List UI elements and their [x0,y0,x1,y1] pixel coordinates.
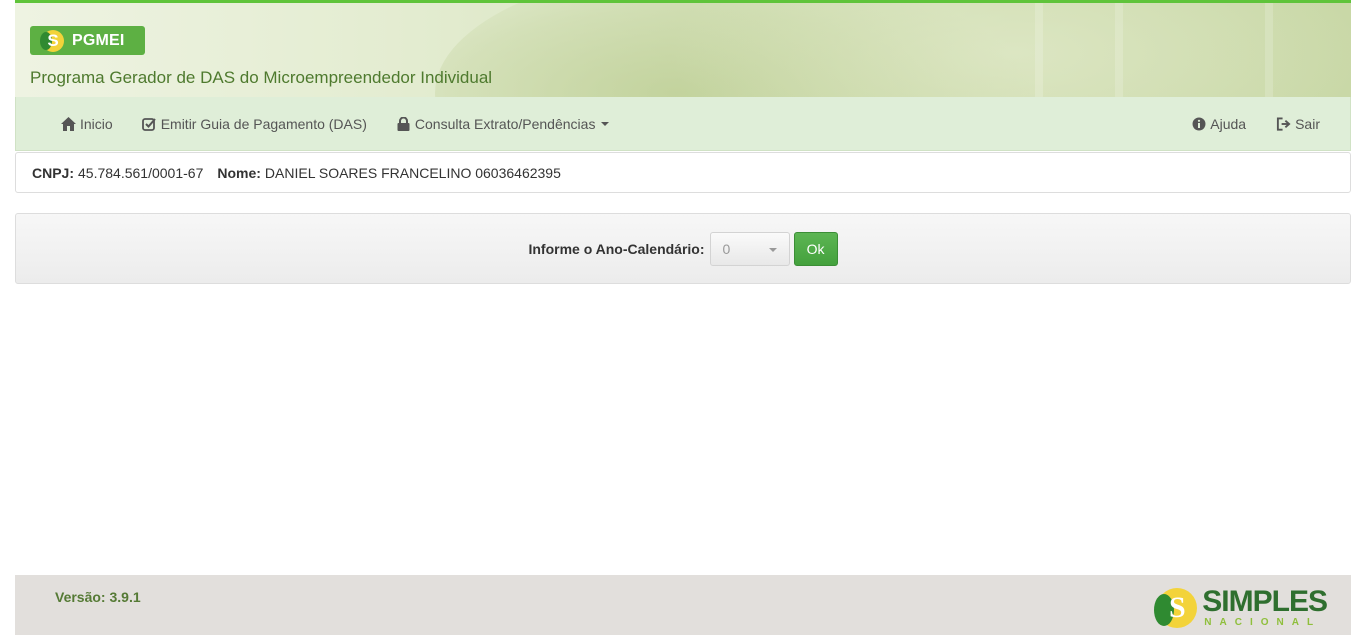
footer: Versão: 3.9.1 S SIMPLES NACIONAL [15,575,1351,635]
ok-button[interactable]: Ok [793,231,838,266]
pgmei-logo[interactable]: S PGMEI [30,26,145,55]
sign-out-icon [1276,116,1291,131]
logo-text: PGMEI [72,31,125,49]
check-square-icon [142,116,157,131]
nav-inicio[interactable]: Inicio [61,97,113,150]
banner-stripe [1035,3,1043,97]
cnpj-value: 45.784.561/0001-67 [78,164,204,181]
brand-word-simples: SIMPLES [1202,585,1328,618]
home-icon [61,116,76,131]
app-title: Programa Gerador de DAS do Microempreend… [30,68,493,87]
year-select-value: 0 [722,240,731,257]
main-navbar: Inicio Emitir Guia de Pagamento (DAS) Co… [15,97,1351,151]
nome-value: DANIEL SOARES FRANCELINO 06036462395 [264,164,561,181]
simples-s-icon: S [40,29,64,52]
header-banner: S PGMEI Programa Gerador de DAS do Micro… [15,0,1351,97]
nav-label: Consulta Extrato/Pendências [414,115,596,132]
cnpj-label: CNPJ: [32,164,75,181]
nav-label: Emitir Guia de Pagamento (DAS) [160,115,367,132]
year-select[interactable]: 0 [709,231,790,266]
nav-consulta-extrato[interactable]: Consulta Extrato/Pendências [396,97,610,150]
brand-word-nacional: NACIONAL [1204,617,1322,628]
nav-ajuda[interactable]: Ajuda [1191,97,1246,150]
simples-s-icon: S [1154,588,1198,628]
year-label: Informe o Ano-Calendário: [528,240,705,257]
info-circle-icon [1191,116,1206,131]
nav-label: Ajuda [1210,115,1247,132]
taxpayer-info: CNPJ: 45.784.561/0001-67 Nome: DANIEL SO… [15,152,1351,193]
nav-label: Sair [1295,115,1320,132]
banner-stripe [1115,3,1123,97]
simples-nacional-logo: S SIMPLES NACIONAL [1154,585,1328,629]
year-form-panel: Informe o Ano-Calendário: 0 Ok [15,213,1351,284]
chevron-down-icon [601,121,610,126]
nav-label: Inicio [80,115,113,132]
nav-sair[interactable]: Sair [1276,97,1320,150]
banner-stripe [1265,3,1273,97]
lock-icon [396,116,411,131]
chevron-down-icon [768,247,777,252]
banner-decoration [665,3,1351,97]
nav-emitir-guia[interactable]: Emitir Guia de Pagamento (DAS) [142,97,367,150]
nome-label: Nome: [217,164,261,181]
version-text: Versão: 3.9.1 [55,589,141,605]
